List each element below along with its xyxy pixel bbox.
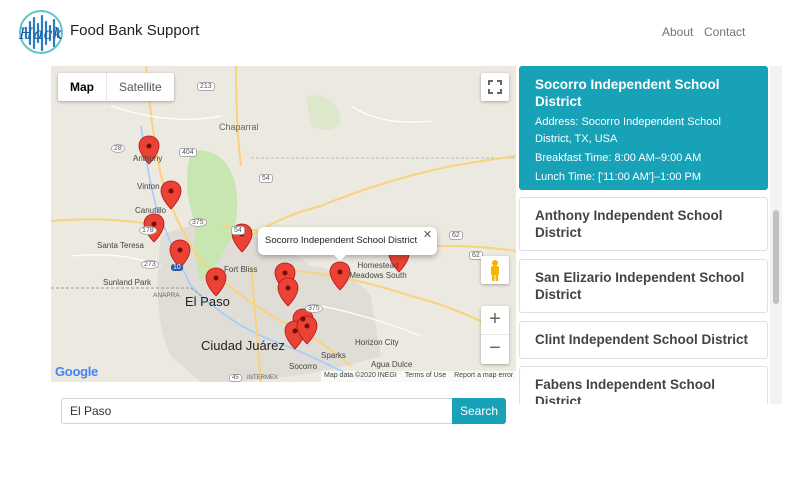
place-label: Horizon City — [355, 338, 399, 347]
district-card-socorro[interactable]: Socorro Independent School District Addr… — [519, 66, 768, 190]
district-name: San Elizario Independent School District — [535, 270, 745, 302]
place-label: Socorro — [289, 362, 318, 371]
pegman-icon — [491, 260, 499, 281]
place-label: Agua Dulce — [371, 360, 413, 369]
road-shield: 62 — [449, 231, 463, 240]
district-card-clint[interactable]: Clint Independent School District — [519, 321, 768, 359]
map-type-control: Map Satellite — [58, 73, 174, 101]
district-card-anthony[interactable]: Anthony Independent School District — [519, 197, 768, 251]
zoom-control: + − — [481, 306, 509, 364]
place-label: Ciudad Juárez — [201, 338, 285, 353]
district-card-fabens[interactable]: Fabens Independent School District — [519, 366, 768, 404]
close-icon[interactable]: ✕ — [423, 227, 432, 243]
place-label: Fort Bliss — [224, 265, 258, 274]
district-breakfast-time: Breakfast Time: 8:00 AM–9:00 AM — [535, 152, 702, 164]
district-name: Fabens Independent School District — [535, 377, 716, 404]
place-label: INTERMEX — [247, 375, 279, 381]
road-shield: 45 — [229, 374, 242, 382]
report-map-error-link[interactable]: Report a map error — [454, 372, 513, 381]
road-shield: 28 — [111, 144, 125, 153]
place-label: El Paso — [185, 294, 230, 309]
district-name: Clint Independent School District — [535, 332, 749, 347]
fullscreen-icon — [488, 80, 502, 94]
district-list[interactable]: Socorro Independent School District Addr… — [519, 66, 784, 404]
district-card-san-elizario[interactable]: San Elizario Independent School District — [519, 259, 768, 313]
district-name: Socorro Independent School District — [535, 77, 720, 109]
place-label: Sparks — [321, 351, 346, 360]
road-shield: 375 — [305, 304, 323, 313]
map-type-satellite-button[interactable]: Satellite — [106, 73, 174, 101]
list-scrollbar[interactable] — [770, 66, 782, 404]
map-type-map-button[interactable]: Map — [58, 73, 106, 101]
district-address: Address: Socorro Independent School Dist… — [535, 116, 721, 145]
scrollbar-thumb[interactable] — [773, 210, 779, 304]
fullscreen-button[interactable] — [481, 73, 509, 101]
place-label: Sunland Park — [103, 278, 152, 287]
search-button[interactable]: Search — [452, 398, 506, 424]
road-shield: 273 — [141, 260, 159, 269]
road-shield: 213 — [197, 82, 215, 91]
road-shield: 178 — [139, 226, 157, 235]
road-shield: 375 — [189, 218, 207, 227]
place-label: ANAPRA — [153, 292, 180, 299]
navbar: Hack Food Bank Support About Contact — [0, 0, 806, 62]
road-shield: 404 — [179, 148, 197, 157]
road-shield: 54 — [259, 174, 273, 183]
nav-about-link[interactable]: About — [662, 25, 693, 39]
road-shield: 54 — [231, 226, 245, 235]
marker-info-window: Socorro Independent School District ✕ — [258, 227, 438, 261]
place-label: Chaparral — [219, 122, 259, 132]
place-label: Canutillo — [135, 206, 167, 215]
district-name: Anthony Independent School District — [535, 208, 723, 240]
zoom-out-button[interactable]: − — [481, 335, 509, 364]
search-input[interactable] — [61, 398, 453, 424]
place-label: Santa Teresa — [97, 241, 144, 250]
terms-of-use-link[interactable]: Terms of Use — [405, 372, 446, 381]
map-data-credit: Map data ©2020 INEGI — [324, 372, 397, 379]
logo[interactable]: Hack — [16, 8, 66, 56]
place-label: Anthony — [133, 154, 163, 163]
district-lunch-time: Lunch Time: ['11:00 AM']–1:00 PM — [535, 171, 702, 183]
info-window-text: Socorro Independent School District — [265, 235, 418, 246]
place-label: Homestead Meadows South — [349, 261, 407, 280]
street-view-button[interactable] — [481, 256, 509, 284]
road-shield: 10 — [171, 264, 183, 271]
map-marker — [160, 180, 182, 210]
brand-title[interactable]: Food Bank Support — [70, 22, 199, 39]
map[interactable]: Chaparral Anthony Vinton Canutillo Santa… — [51, 66, 516, 382]
google-logo[interactable]: Google — [55, 364, 98, 379]
map-canvas — [51, 66, 516, 382]
zoom-in-button[interactable]: + — [481, 306, 509, 335]
place-label: Vinton — [137, 182, 160, 191]
map-attribution: Map data ©2020 INEGI Terms of Use Report… — [321, 371, 516, 382]
logo-text: Hack — [19, 24, 64, 43]
nav-contact-link[interactable]: Contact — [704, 25, 745, 39]
